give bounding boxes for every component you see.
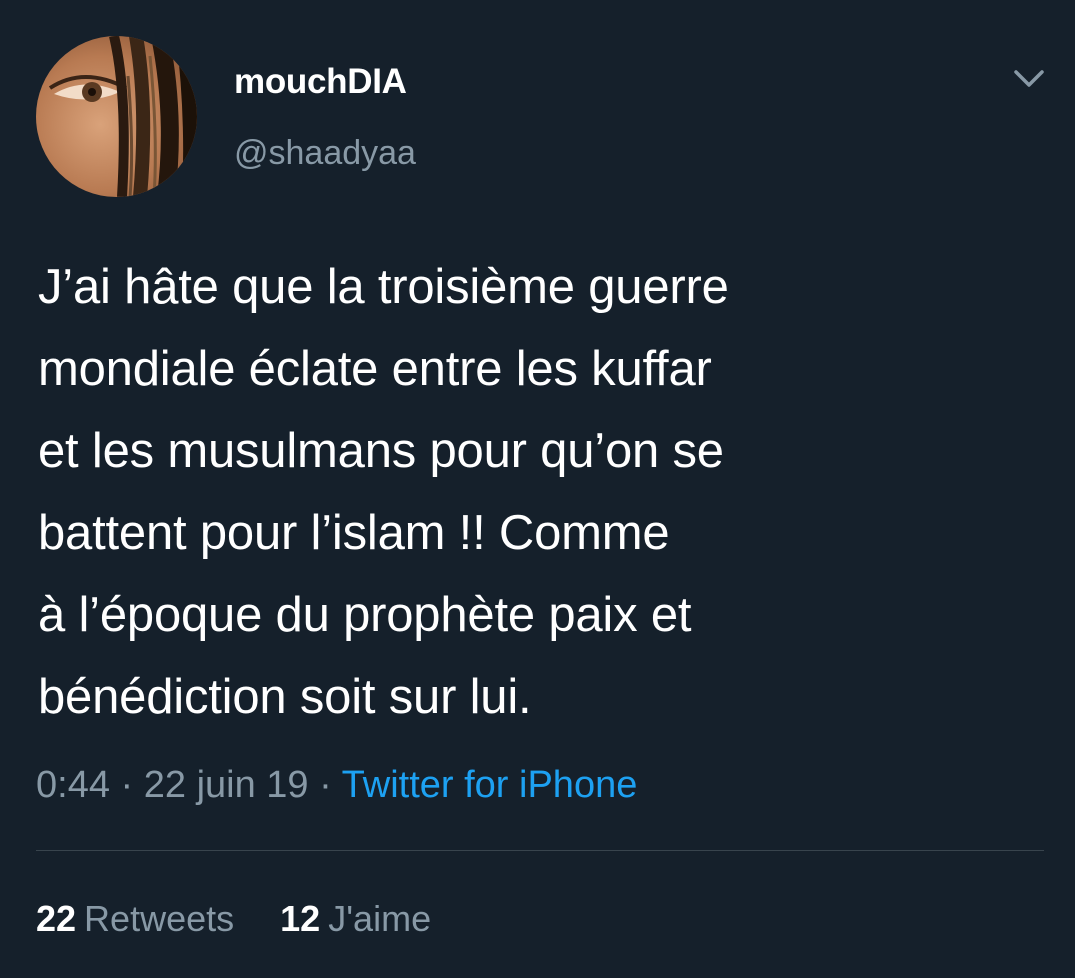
tweet-meta: 0:44 · 22 juin 19 · Twitter for iPhone: [36, 764, 637, 807]
tweet-time: 0:44: [36, 764, 110, 806]
meta-separator: ·: [308, 764, 342, 806]
user-handle[interactable]: @shaadyaa: [234, 134, 416, 173]
avatar-image: [36, 36, 197, 197]
tweet-detail: mouchDIA @shaadyaa J’ai hâte que la troi…: [0, 0, 1075, 978]
likes-count: 12: [280, 898, 321, 939]
display-name[interactable]: mouchDIA: [234, 62, 407, 102]
tweet-stats: 22 Retweets 12 J'aime: [36, 898, 431, 940]
retweets-stat[interactable]: 22 Retweets: [36, 898, 234, 940]
chevron-down-icon[interactable]: [1012, 64, 1046, 92]
meta-separator: ·: [109, 764, 144, 806]
tweet-text: J’ai hâte que la troisième guerre mondia…: [38, 260, 729, 724]
likes-label: J'aime: [328, 898, 432, 939]
tweet-date: 22 juin 19: [143, 764, 309, 806]
retweets-label: Retweets: [84, 898, 235, 939]
avatar[interactable]: [36, 36, 197, 197]
tweet-source-link[interactable]: Twitter for iPhone: [342, 764, 638, 806]
divider: [36, 850, 1044, 851]
retweets-count: 22: [36, 898, 77, 939]
likes-stat[interactable]: 12 J'aime: [280, 898, 431, 940]
